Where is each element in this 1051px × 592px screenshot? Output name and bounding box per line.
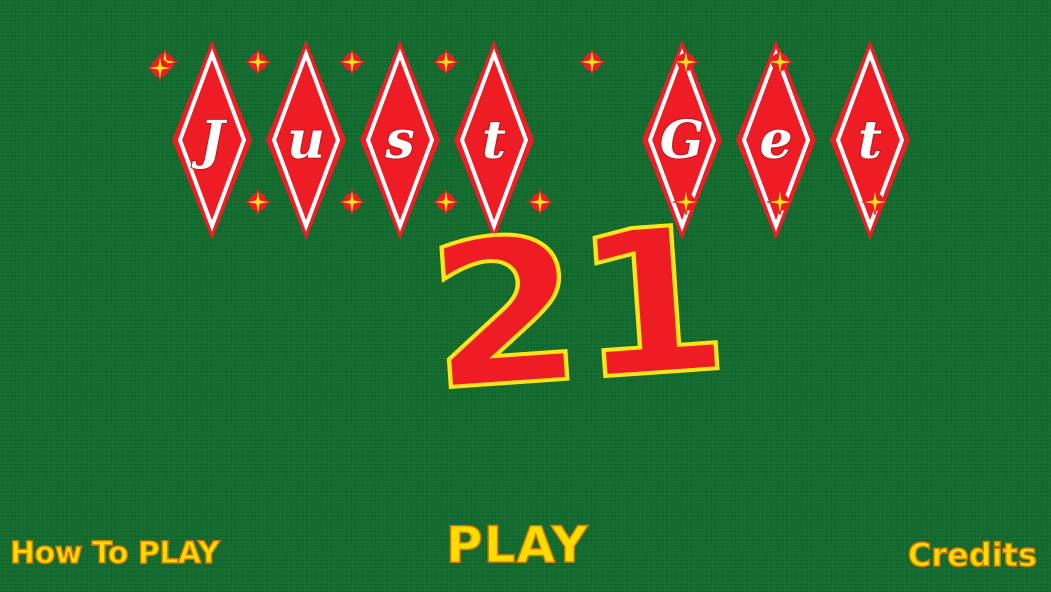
title-letter: G (660, 110, 704, 171)
title-letter: t (858, 110, 882, 171)
sparkle-icon (432, 48, 460, 76)
title-diamond: J (172, 40, 252, 240)
title-number-21: 21 (419, 181, 732, 438)
play-button[interactable]: PLAY (445, 515, 589, 575)
sparkle-icon (244, 48, 272, 76)
sparkle-icon (338, 48, 366, 76)
title-letter: e (759, 110, 792, 171)
sparkle-icon (244, 188, 272, 216)
sparkle-icon (338, 188, 366, 216)
sparkle-icon (578, 48, 606, 76)
how-to-play-button[interactable]: How To PLAY (9, 535, 220, 572)
title-diamond: u (266, 40, 346, 240)
title-diamond: t (830, 40, 910, 240)
title-letter: t (482, 110, 506, 171)
title-letter: u (287, 110, 325, 171)
title-letter: s (384, 110, 414, 171)
credits-button[interactable]: Credits (907, 535, 1038, 575)
